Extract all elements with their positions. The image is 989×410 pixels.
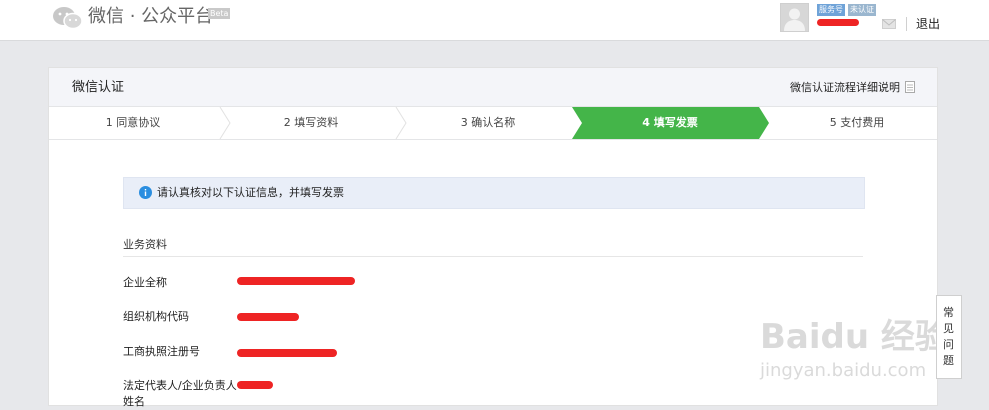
redacted-license-number	[237, 349, 337, 357]
field-label-legal-representative: 法定代表人/企业负责人姓名	[123, 379, 237, 408]
info-icon	[139, 186, 152, 199]
step-separator	[395, 107, 407, 139]
user-silhouette-icon	[784, 8, 805, 31]
baidu-watermark: Baidu 经验 jingyan.baidu.com	[760, 318, 949, 398]
redacted-org-code	[237, 313, 299, 321]
document-icon[interactable]	[905, 81, 915, 93]
beta-badge: Beta	[208, 8, 231, 19]
logout-button[interactable]: 退出	[916, 16, 940, 32]
step-1: 1 同意协议	[105, 116, 161, 129]
account-type-badge: 服务号	[817, 4, 845, 16]
section-divider	[123, 256, 863, 257]
step-2: 2 填写资料	[283, 116, 339, 129]
field-label-company-name: 企业全称	[123, 276, 167, 289]
step-3: 3 确认名称	[460, 116, 516, 129]
field-label-org-code: 组织机构代码	[123, 310, 189, 323]
notice-text: 请认真核对以下认证信息，并填写发票	[157, 186, 344, 199]
redacted-company-name	[237, 277, 355, 285]
step-separator	[219, 107, 231, 139]
faq-label: 常见问题	[943, 306, 954, 367]
progress-steps: 1 同意协议 2 填写资料 3 确认名称 4 填写发票 5 支付费用	[49, 107, 937, 140]
info-notice: 请认真核对以下认证信息，并填写发票	[123, 177, 865, 209]
wechat-logo-icon	[53, 7, 83, 30]
watermark-main: Baidu 经验	[760, 317, 949, 357]
section-title: 业务资料	[123, 238, 167, 251]
avatar[interactable]	[780, 3, 809, 32]
flow-guide-link[interactable]: 微信认证流程详细说明	[790, 80, 900, 96]
verify-status-badge: 未认证	[848, 4, 876, 16]
field-label-license-number: 工商执照注册号	[123, 345, 200, 358]
redacted-legal-representative	[237, 381, 273, 389]
faq-side-button[interactable]: 常见问题	[936, 295, 962, 379]
step-5: 5 支付费用	[829, 116, 885, 129]
brand-title: 微信 · 公众平台	[88, 6, 214, 27]
card-header: 微信认证 微信认证流程详细说明	[49, 68, 937, 107]
header-divider	[906, 17, 907, 31]
redacted-username	[817, 19, 859, 26]
step-4-active: 4 填写发票	[642, 116, 698, 129]
card-title: 微信认证	[72, 80, 125, 95]
mail-icon[interactable]	[882, 19, 896, 29]
top-bar: 微信 · 公众平台 Beta 服务号 未认证 退出	[0, 0, 989, 41]
watermark-url: jingyan.baidu.com	[760, 360, 927, 381]
